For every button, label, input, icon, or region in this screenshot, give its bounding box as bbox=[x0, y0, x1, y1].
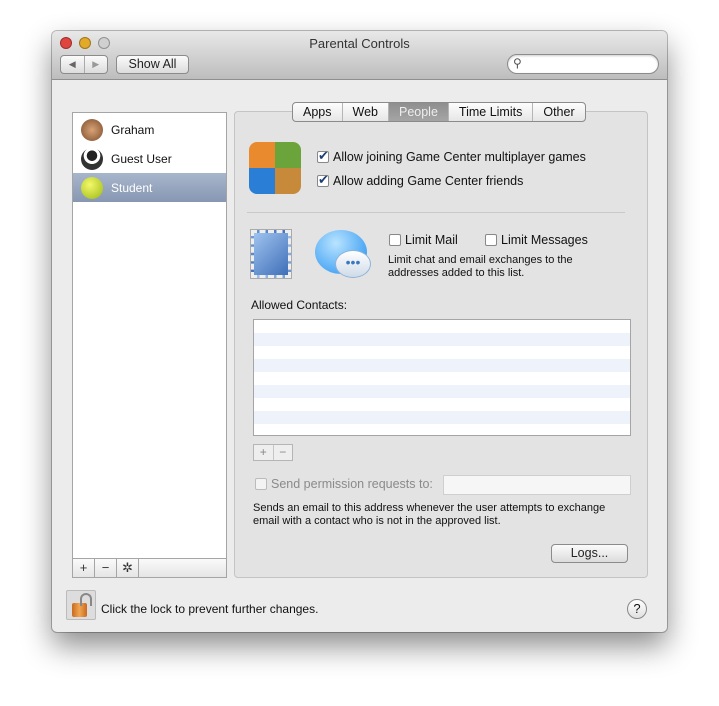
checkbox[interactable] bbox=[255, 478, 267, 490]
checkbox-label: Allow adding Game Center friends bbox=[333, 174, 524, 188]
nav-buttons: ◀ ▶ bbox=[60, 55, 108, 74]
search-icon: ⚲ bbox=[513, 56, 522, 70]
game-center-icon bbox=[249, 142, 301, 194]
avatar bbox=[81, 176, 103, 199]
tab-people[interactable]: People bbox=[388, 103, 449, 121]
messages-dots: ••• bbox=[335, 250, 371, 278]
search-input[interactable]: ⚲ bbox=[507, 54, 659, 74]
titlebar: Parental Controls ◀ ▶ Show All ⚲ bbox=[52, 31, 667, 80]
divider bbox=[247, 212, 625, 213]
allow-friends-checkbox[interactable]: Allow adding Game Center friends bbox=[317, 172, 524, 188]
user-item-guest[interactable]: Guest User bbox=[73, 144, 226, 173]
remove-contact-button[interactable]: − bbox=[274, 445, 293, 460]
mail-icon bbox=[250, 229, 292, 279]
people-panel: Allow joining Game Center multiplayer ga… bbox=[234, 111, 648, 578]
tab-web[interactable]: Web bbox=[343, 103, 389, 121]
user-name: Graham bbox=[111, 122, 155, 137]
back-button[interactable]: ◀ bbox=[61, 56, 85, 73]
permission-description: Sends an email to this address whenever … bbox=[253, 502, 606, 527]
allow-multiplayer-checkbox[interactable]: Allow joining Game Center multiplayer ga… bbox=[317, 148, 586, 164]
logs-button[interactable]: Logs... bbox=[551, 544, 628, 563]
limits-description: Limit chat and email exchanges to the ad… bbox=[388, 254, 573, 279]
checkbox[interactable] bbox=[389, 234, 401, 246]
user-item-graham[interactable]: Graham bbox=[73, 115, 226, 144]
checkbox[interactable] bbox=[317, 148, 329, 164]
checkbox[interactable] bbox=[317, 172, 329, 188]
lock-button[interactable] bbox=[66, 590, 96, 620]
avatar bbox=[81, 147, 103, 170]
add-contact-button[interactable]: + bbox=[254, 445, 274, 460]
send-permission-checkbox[interactable]: Send permission requests to: bbox=[255, 477, 433, 491]
avatar bbox=[81, 118, 103, 141]
checkbox-label: Limit Mail bbox=[405, 233, 458, 247]
show-all-button[interactable]: Show All bbox=[116, 55, 189, 74]
gear-icon[interactable]: ✲ bbox=[117, 559, 139, 577]
forward-button[interactable]: ▶ bbox=[85, 56, 108, 73]
parental-controls-window: Parental Controls ◀ ▶ Show All ⚲ Graham … bbox=[52, 31, 667, 632]
remove-user-button[interactable]: − bbox=[95, 559, 117, 577]
allowed-contacts-label: Allowed Contacts: bbox=[251, 298, 348, 312]
add-user-button[interactable]: + bbox=[73, 559, 95, 577]
contacts-buttons: + − bbox=[253, 444, 293, 461]
lock-text: Click the lock to prevent further change… bbox=[101, 602, 319, 616]
tab-time-limits[interactable]: Time Limits bbox=[449, 103, 534, 121]
permission-email-input[interactable] bbox=[443, 475, 631, 495]
limit-mail-checkbox[interactable]: Limit Mail bbox=[389, 233, 458, 247]
user-list-toolbar: + − ✲ bbox=[73, 558, 226, 577]
checkbox-label: Allow joining Game Center multiplayer ga… bbox=[333, 150, 586, 164]
user-item-student[interactable]: Student bbox=[73, 173, 226, 202]
tab-other[interactable]: Other bbox=[533, 103, 584, 121]
window-title: Parental Controls bbox=[309, 36, 410, 51]
lock-shackle bbox=[80, 593, 92, 606]
limit-messages-checkbox[interactable]: Limit Messages bbox=[485, 233, 588, 247]
allowed-contacts-list[interactable] bbox=[253, 319, 631, 436]
checkbox-label: Limit Messages bbox=[501, 233, 588, 247]
user-list: Graham Guest User Student + − ✲ bbox=[72, 112, 227, 578]
help-button[interactable]: ? bbox=[627, 599, 647, 619]
checkbox[interactable] bbox=[485, 234, 497, 246]
checkbox-label: Send permission requests to: bbox=[271, 477, 433, 491]
user-name: Student bbox=[111, 180, 153, 195]
user-name: Guest User bbox=[111, 151, 172, 166]
tab-bar: Apps Web People Time Limits Other bbox=[292, 102, 586, 122]
tab-apps[interactable]: Apps bbox=[293, 103, 343, 121]
